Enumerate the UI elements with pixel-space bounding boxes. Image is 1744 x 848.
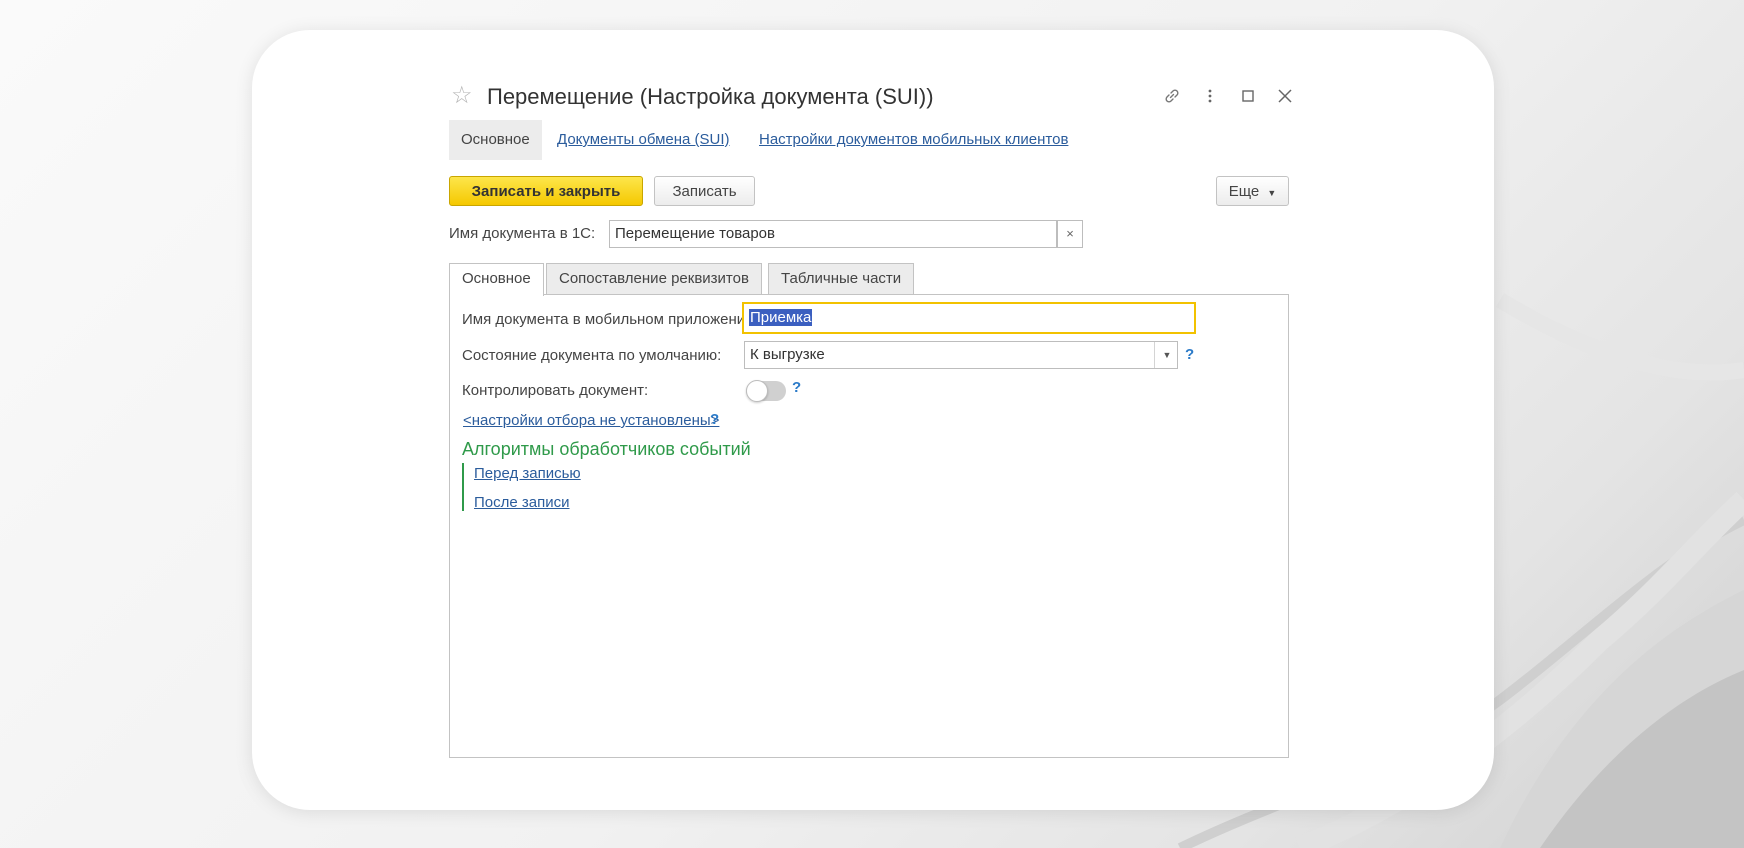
default-state-value: К выгрузке <box>750 346 825 363</box>
tab-main[interactable]: Основное <box>449 263 544 296</box>
more-vertical-icon[interactable] <box>1200 86 1220 106</box>
after-save-link[interactable]: После записи <box>474 494 570 511</box>
help-icon[interactable]: ? <box>710 411 719 428</box>
close-icon[interactable] <box>1275 86 1295 106</box>
doc-name-1c-label: Имя документа в 1С: <box>449 225 596 242</box>
tab-strip: Основное Сопоставление реквизитов Таблич… <box>449 263 1290 296</box>
maximize-icon[interactable] <box>1238 86 1258 106</box>
filter-settings-link[interactable]: <настройки отбора не установлены> <box>463 412 719 429</box>
link-icon[interactable] <box>1162 86 1182 106</box>
command-bar: Записать и закрыть Записать Еще ▼ <box>449 176 1290 208</box>
event-handlers-group-bar <box>462 463 464 511</box>
control-doc-label: Контролировать документ: <box>462 382 649 399</box>
default-state-select[interactable]: К выгрузке ▼ <box>744 341 1178 369</box>
star-icon[interactable]: ☆ <box>451 82 473 110</box>
window-title: Перемещение (Настройка документа (SUI)) <box>487 84 934 109</box>
before-save-link[interactable]: Перед записью <box>474 465 581 482</box>
help-icon[interactable]: ? <box>1185 346 1194 363</box>
section-nav: Основное Документы обмена (SUI) Настройк… <box>449 120 1290 160</box>
help-icon[interactable]: ? <box>792 379 801 396</box>
event-handlers-group-title: Алгоритмы обработчиков событий <box>462 439 751 459</box>
tab-panel-main: Имя документа в мобильном приложении: Пр… <box>449 294 1289 758</box>
doc-name-1c-row: Имя документа в 1С: Перемещение товаров … <box>449 220 1290 250</box>
mobile-name-label: Имя документа в мобильном приложении: <box>462 311 758 328</box>
dropdown-arrow-icon[interactable]: ▼ <box>1154 342 1177 368</box>
doc-name-1c-value: Перемещение товаров <box>615 225 775 242</box>
mobile-name-input[interactable]: Приемка <box>742 302 1196 334</box>
mobile-name-value: Приемка <box>749 309 813 326</box>
more-button[interactable]: Еще ▼ <box>1216 176 1289 206</box>
nav-item-exchange-docs[interactable]: Документы обмена (SUI) <box>557 120 730 160</box>
nav-item-main[interactable]: Основное <box>449 120 542 160</box>
title-bar: ☆ Перемещение (Настройка документа (SUI)… <box>449 80 1292 114</box>
more-button-label: Еще <box>1228 183 1260 200</box>
dropdown-arrow-icon: ▼ <box>1267 188 1277 198</box>
toggle-knob <box>746 380 768 402</box>
clear-icon[interactable]: × <box>1057 220 1083 248</box>
nav-item-mobile-doc-settings[interactable]: Настройки документов мобильных клиентов <box>759 120 1068 160</box>
save-and-close-button[interactable]: Записать и закрыть <box>449 176 643 206</box>
default-state-label: Состояние документа по умолчанию: <box>462 347 722 364</box>
tab-table-parts[interactable]: Табличные части <box>768 263 915 295</box>
control-doc-toggle[interactable] <box>746 380 786 402</box>
save-button[interactable]: Записать <box>654 176 755 206</box>
tab-attribute-mapping[interactable]: Сопоставление реквизитов <box>546 263 762 295</box>
doc-name-1c-field[interactable]: Перемещение товаров ▼ <box>609 220 1057 248</box>
